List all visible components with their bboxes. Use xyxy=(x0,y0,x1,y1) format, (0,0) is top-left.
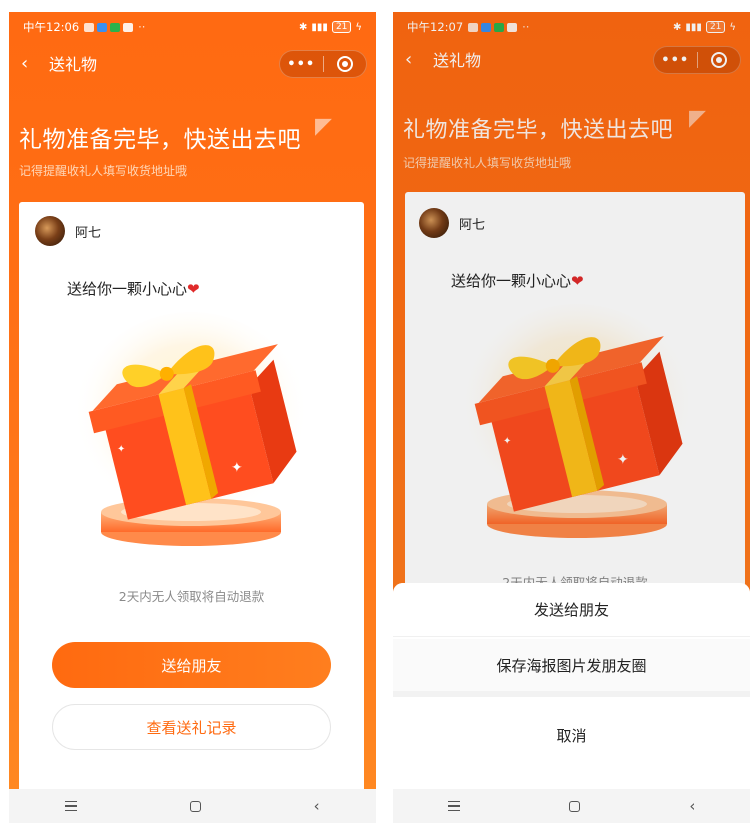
send-to-friend-button[interactable]: 送给朋友 xyxy=(52,642,331,688)
heart-icon: ❤ xyxy=(187,280,200,298)
sender-name: 阿七 xyxy=(75,225,102,241)
action-sheet: 发送给朋友 保存海报图片发朋友圈 取消 xyxy=(393,583,750,789)
back-arrow-icon[interactable]: ‹ xyxy=(314,797,320,815)
refund-note: 2天内无人领取将自动退款 xyxy=(118,589,265,604)
svg-text:✦: ✦ xyxy=(117,444,125,455)
paper-plane-icon: ◤ xyxy=(315,114,332,139)
more-dots-icon[interactable]: ••• xyxy=(280,57,323,72)
gift-message: 送给你一颗小心心❤ xyxy=(67,280,200,298)
charging-icon: ϟ xyxy=(355,21,362,33)
signal-icon: ▮▮▮ xyxy=(311,21,328,33)
svg-text:✦: ✦ xyxy=(231,460,243,476)
sender-row: 阿七 xyxy=(35,216,101,246)
status-bar: 中午12:06 ·· ✱ ▮▮▮ 21 ϟ xyxy=(23,20,362,34)
system-nav-bar: ‹ xyxy=(393,789,750,823)
gift-card: 阿七 送给你一颗小心心❤ xyxy=(19,202,364,802)
gift-box-icon: ✦ ✦ xyxy=(71,312,311,562)
home-square-icon[interactable] xyxy=(568,800,580,812)
phone-screen-right: 中午12:07 ·· ✱ ▮▮▮ 21 ϟ ‹ 送礼物 ••• 礼物准备完毕，快… xyxy=(393,12,750,823)
sheet-gap xyxy=(393,691,750,697)
home-square-icon[interactable] xyxy=(189,800,201,812)
menu-lines-icon[interactable] xyxy=(447,800,460,812)
mini-program-capsule: ••• xyxy=(279,50,367,78)
notification-icons xyxy=(84,22,134,32)
save-poster-option[interactable]: 保存海报图片发朋友圈 xyxy=(393,639,750,691)
menu-lines-icon[interactable] xyxy=(65,800,78,812)
send-to-friend-option[interactable]: 发送给朋友 xyxy=(393,583,750,635)
avatar xyxy=(35,216,65,246)
battery-icon: 21 xyxy=(331,21,352,33)
system-nav-bar: ‹ xyxy=(9,789,376,823)
view-records-button[interactable]: 查看送礼记录 xyxy=(52,704,331,750)
subline: 记得提醒收礼人填写收货地址哦 xyxy=(19,164,188,178)
page-title: 送礼物 xyxy=(49,55,98,74)
bluetooth-icon: ✱ xyxy=(299,21,308,33)
nav-bar: ‹ 送礼物 ••• xyxy=(9,44,376,82)
status-time: 中午12:06 xyxy=(23,20,80,34)
phone-screen-left: 中午12:06 ·· ✱ ▮▮▮ 21 ϟ ‹ 送礼物 ••• 礼物准备完毕，快… xyxy=(9,12,376,823)
target-icon[interactable] xyxy=(324,56,367,72)
back-arrow-icon[interactable]: ‹ xyxy=(689,797,695,815)
sheet-divider xyxy=(393,636,750,637)
cancel-option[interactable]: 取消 xyxy=(393,709,750,761)
back-chevron-icon[interactable]: ‹ xyxy=(21,53,43,74)
headline: 礼物准备完毕，快送出去吧 xyxy=(19,127,301,153)
